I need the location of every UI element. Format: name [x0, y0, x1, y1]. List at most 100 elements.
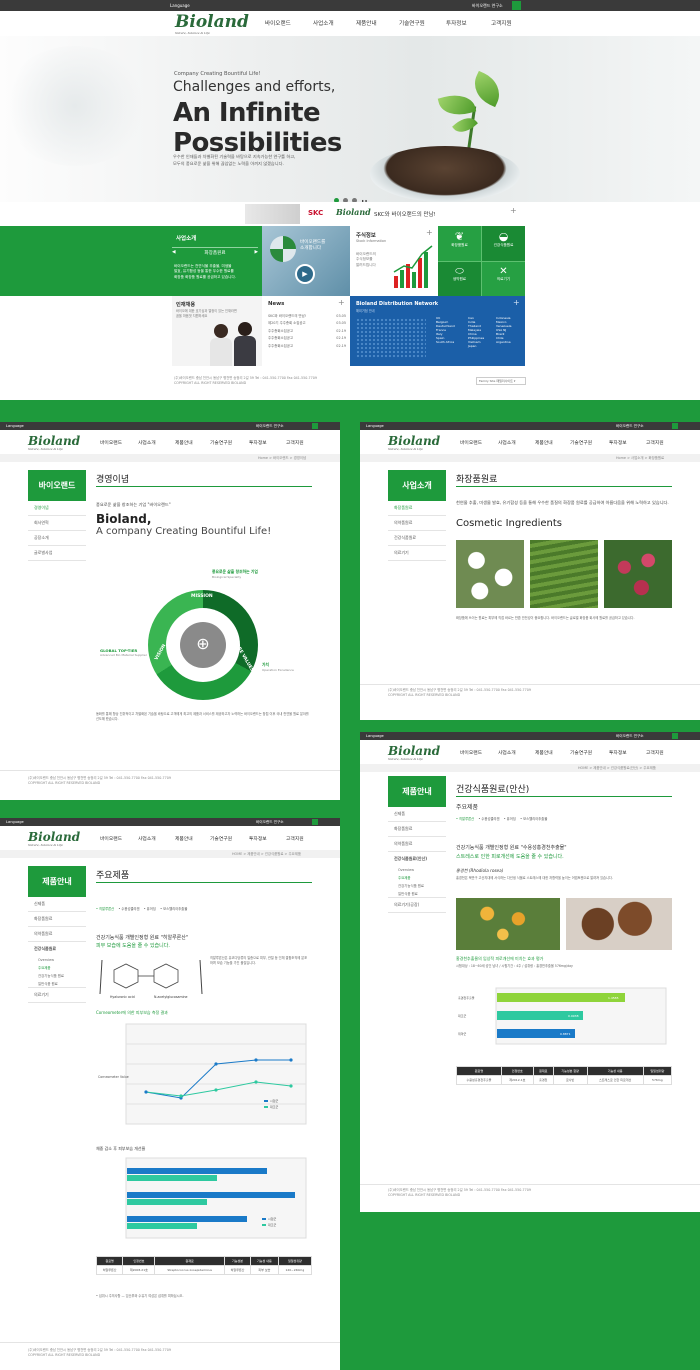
sidebar-item[interactable]: 화장품원료	[388, 822, 446, 837]
nav-item[interactable]: 사업소개	[498, 439, 516, 446]
nav-item[interactable]: 바이오랜드	[100, 835, 122, 842]
nav-item[interactable]: 제품안내	[356, 19, 377, 27]
nav-item[interactable]: 바이오랜드	[265, 19, 291, 27]
sidebar-item[interactable]: 의약품원료	[388, 516, 446, 531]
sidebar-subitem[interactable]: 주요제품	[388, 873, 446, 881]
nav-item[interactable]: 바이오랜드	[100, 439, 122, 446]
video-tile[interactable]: 바이오랜드를 소개합니다 ▶	[262, 226, 350, 296]
about-title: 사업소개	[176, 236, 197, 242]
globe-icon[interactable]	[312, 423, 318, 429]
product-tab[interactable]: • 히알루론산	[456, 817, 474, 821]
sidebar-subitem[interactable]: 일반식품 원료	[388, 889, 446, 897]
quick-cosmetic[interactable]: ❦ 화장품원료	[438, 226, 481, 261]
nav-item[interactable]: 고객지원	[286, 835, 304, 842]
lab-link[interactable]: 바이오랜드 연구소	[472, 0, 503, 11]
nav-item[interactable]: 사업소개	[138, 835, 156, 842]
sidebar-item[interactable]: 경영이념	[28, 501, 86, 516]
sidebar-item[interactable]: 화장품원료	[388, 501, 446, 516]
nav-item[interactable]: 사업소개	[313, 19, 334, 27]
nav-item[interactable]: 투자정보	[249, 439, 267, 446]
quick-herbal[interactable]: ⬭ 생약원료	[438, 262, 481, 296]
sidebar-subitem[interactable]: Overview	[388, 866, 446, 873]
play-icon[interactable]: ▶	[295, 264, 315, 284]
globe-icon[interactable]	[512, 1, 521, 10]
nav-item[interactable]: 기술연구원	[210, 439, 232, 446]
sidebar-item[interactable]: 공장소개	[28, 531, 86, 546]
logo[interactable]: Bioland Nature, Science & Life	[175, 14, 249, 35]
sidebar-subitem[interactable]: 일반식품 원료	[28, 979, 86, 987]
product-tab[interactable]: • 보스웰리아추출물	[160, 907, 187, 911]
slider-dots[interactable]: ❚❚	[334, 188, 372, 202]
sidebar-item[interactable]: 신제품	[28, 897, 86, 912]
recruit-tile[interactable]: 인재채용 바이오에 대한 호기심과 열정이 있는 인재라면 꿈을 마음껏 지원하세…	[172, 296, 262, 366]
nav-item[interactable]: 사업소개	[138, 439, 156, 446]
distribution-tile[interactable]: Bioland Distribution Network 해외거점 안내 + U…	[350, 296, 525, 366]
sidebar-item[interactable]: 의약품원료	[388, 837, 446, 852]
sidebar-item[interactable]: 건강식품원료	[388, 531, 446, 546]
logo[interactable]: Bioland Nature, Science & Life	[28, 831, 80, 847]
banner-more[interactable]: +	[510, 206, 517, 215]
nav-item[interactable]: 제품안내	[535, 749, 553, 756]
news-item[interactable]: SKC와 바이오랜드의 만남! 03.05	[268, 313, 346, 320]
nav-item[interactable]: 기술연구원	[570, 749, 592, 756]
nav-item[interactable]: 투자정보	[609, 749, 627, 756]
news-item[interactable]: 제20기 주주총회 소집공고 03.05	[268, 320, 346, 327]
stock-tile[interactable]: 주식정보 Stock Information 바이오랜드의 주식정보를 알려드립니다…	[350, 226, 438, 296]
distribution-more[interactable]: +	[513, 298, 520, 307]
sidebar-item[interactable]: 의료기기	[28, 987, 86, 1003]
logo[interactable]: Bioland Nature, Science & Life	[388, 435, 440, 451]
skc-banner[interactable]: SKC Bioland SKC와 바이오랜드의 만남! +	[0, 202, 700, 226]
nav-item[interactable]: 고객지원	[646, 749, 664, 756]
nav-item[interactable]: 투자정보	[446, 19, 467, 27]
nav-item[interactable]: 제품안내	[535, 439, 553, 446]
about-tile[interactable]: 사업소개 ◀ 화장품원료 ▶ 바이오랜드는 천연식물 추출물, 미생물 발효, 유기합…	[0, 226, 262, 296]
product-tab[interactable]: • 수용성콜라겐	[118, 907, 139, 911]
globe-icon[interactable]	[312, 819, 318, 825]
nav-item[interactable]: 바이오랜드	[460, 439, 482, 446]
news-item[interactable]: 주주총회소집공고 02.19	[268, 343, 346, 350]
news-item[interactable]: 주주총회소집공고 02.19	[268, 335, 346, 342]
sidebar-item[interactable]: 화장품원료	[28, 912, 86, 927]
family-site-select[interactable]: Family Site 패밀리사이트 ▾	[476, 377, 526, 385]
nav-item[interactable]: 기술연구원	[210, 835, 232, 842]
globe-icon[interactable]	[672, 423, 678, 429]
product-tab[interactable]: • 수용성콜라겐	[478, 817, 499, 821]
quick-medical[interactable]: ✕ 의료기기	[482, 262, 525, 296]
sidebar-item[interactable]: 건강식품원료	[28, 942, 86, 956]
nav-item[interactable]: 제품안내	[175, 835, 193, 842]
nav-item[interactable]: 고객지원	[286, 439, 304, 446]
product-tab[interactable]: • 퓨어딩	[144, 907, 156, 911]
sidebar-item[interactable]: 회사연혁	[28, 516, 86, 531]
sidebar-subitem[interactable]: 건강기능식품 원료	[28, 971, 86, 979]
quick-health[interactable]: ◒ 건강식품원료	[482, 226, 525, 261]
sidebar-item[interactable]: 신제품	[388, 807, 446, 822]
nav-item[interactable]: 기술연구원	[570, 439, 592, 446]
logo[interactable]: Bioland Nature, Science & Life	[28, 435, 80, 451]
product-tab[interactable]: • 히알루론산	[96, 907, 114, 911]
logo[interactable]: Bioland Nature, Science & Life	[388, 745, 440, 761]
main-footer: (주)바이오랜드 충남 천안시 동남구 병천면 송정리 2길 59 Tel : …	[174, 376, 317, 386]
sidebar-item[interactable]: 의료기기	[388, 546, 446, 561]
sidebar-subitem[interactable]: Overview	[28, 956, 86, 963]
stock-more[interactable]: +	[426, 228, 433, 237]
nav-item[interactable]: 고객지원	[646, 439, 664, 446]
sidebar-item[interactable]: 건강식품원료(안산)	[388, 852, 446, 866]
nav-item[interactable]: 제품안내	[175, 439, 193, 446]
sidebar-subitem[interactable]: 주요제품	[28, 963, 86, 971]
news-item[interactable]: 주주총회소집공고 02.19	[268, 328, 346, 335]
sidebar-item[interactable]: 의료기기(공장)	[388, 897, 446, 913]
sidebar-subitem[interactable]: 건강기능식품 원료	[388, 881, 446, 889]
sidebar-item[interactable]: 의약품원료	[28, 927, 86, 942]
product-tab[interactable]: • 보스웰리아추출물	[520, 817, 547, 821]
news-more[interactable]: +	[338, 298, 345, 307]
nav-item[interactable]: 바이오랜드	[460, 749, 482, 756]
nav-item[interactable]: 투자정보	[609, 439, 627, 446]
globe-icon[interactable]	[672, 733, 678, 739]
nav-item[interactable]: 기술연구원	[399, 19, 425, 27]
nav-item[interactable]: 사업소개	[498, 749, 516, 756]
nav-item[interactable]: 투자정보	[249, 835, 267, 842]
sidebar-item[interactable]: 글로벌사업	[28, 546, 86, 561]
nav-item[interactable]: 고객지원	[491, 19, 512, 27]
language-select[interactable]: Language	[170, 0, 190, 11]
product-tab[interactable]: • 퓨어딩	[504, 817, 516, 821]
